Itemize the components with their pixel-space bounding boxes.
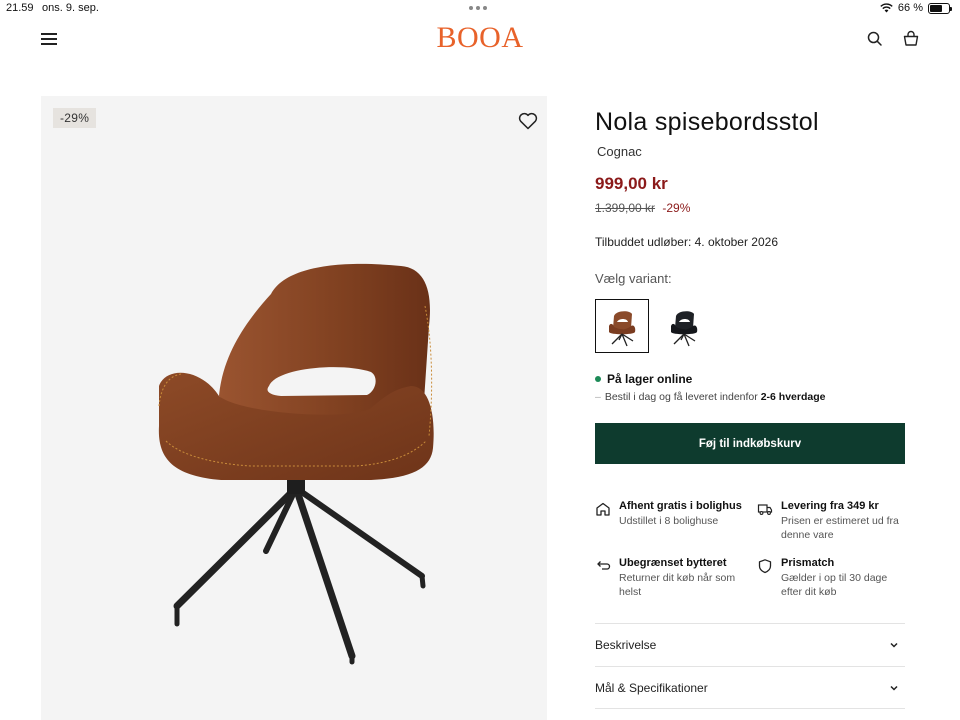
clock: 21.59	[6, 2, 34, 14]
usp-title: Prismatch	[781, 557, 835, 569]
heart-icon[interactable]	[517, 110, 539, 132]
product-title: Nola spisebordsstol	[595, 108, 819, 136]
offer-expiry: Tilbuddet udløber: 4. oktober 2026	[595, 235, 779, 249]
delivery-note: – Bestil i dag og få leveret indenfor 2-6…	[595, 391, 826, 403]
variant-thumbnail-cognac	[609, 311, 636, 347]
usp-desc: Udstillet i 8 bolighuse	[619, 515, 719, 527]
status-bar: 21.59 ons. 9. sep. 66 %	[0, 0, 960, 18]
usp-title: Afhent gratis i bolighus	[619, 500, 742, 512]
product-info: Nola spisebordsstol Cognac 999,00 kr 1.3…	[595, 108, 905, 464]
stock-status-label: På lager online	[607, 372, 693, 386]
old-price: 1.399,00 kr	[595, 201, 656, 215]
accordion-specifications[interactable]: Mål & Specifikationer	[595, 666, 905, 708]
old-price-row: 1.399,00 kr -29%	[595, 201, 690, 215]
return-icon	[597, 561, 611, 570]
variant-thumbnail-black	[671, 311, 698, 347]
date: ons. 9. sep.	[42, 2, 99, 14]
variant-label: Vælg variant:	[595, 271, 672, 286]
in-stock-dot-icon	[595, 376, 601, 382]
variant-option-cognac[interactable]	[595, 299, 649, 353]
variant-option-black[interactable]	[657, 299, 711, 353]
usp-delivery: Levering fra 349 kr Prisen er estimeret …	[757, 500, 907, 542]
discount-percent: -29%	[662, 201, 691, 215]
usp-return: Ubegrænset bytteret Returner dit køb når…	[595, 557, 745, 599]
status-right: 66 %	[880, 2, 952, 14]
product-gallery[interactable]: -29%	[41, 96, 547, 720]
delivery-days: 2-6 hverdage	[760, 391, 826, 403]
shield-icon	[758, 559, 772, 574]
wifi-icon	[880, 3, 893, 13]
usp-desc: Returner dit køb når som helst	[619, 572, 736, 598]
usp-desc: Prisen er estimeret ud fra denne vare	[781, 515, 899, 541]
chevron-down-icon	[890, 642, 898, 648]
add-to-cart-button[interactable]: Føj til indkøbskurv	[595, 423, 905, 464]
variant-selector	[595, 299, 711, 353]
current-price: 999,00 kr	[595, 174, 668, 193]
cart-icon[interactable]	[902, 30, 920, 48]
chevron-down-icon	[890, 685, 898, 691]
search-icon[interactable]	[866, 30, 884, 48]
usp-title: Ubegrænset bytteret	[619, 557, 727, 569]
usp-pickup: Afhent gratis i bolighus Udstillet i 8 b…	[595, 500, 745, 528]
battery-percent: 66 %	[897, 2, 923, 14]
battery-icon	[928, 2, 952, 14]
usp-title: Levering fra 349 kr	[781, 500, 879, 512]
divider	[595, 708, 905, 709]
store-icon	[596, 502, 610, 516]
product-variant-name: Cognac	[597, 144, 642, 159]
site-header: BOOA	[0, 18, 960, 64]
product-image	[158, 263, 434, 665]
accordion-label: Mål & Specifikationer	[595, 681, 708, 695]
accordion-label: Beskrivelse	[595, 638, 657, 652]
accordion-description[interactable]: Beskrivelse	[595, 623, 905, 665]
truck-icon	[757, 504, 773, 515]
usp-desc: Gælder i op til 30 dage efter dit køb	[781, 572, 888, 598]
multitasking-dots-icon[interactable]	[469, 6, 487, 10]
logo[interactable]: BOOA	[0, 21, 960, 55]
stock-status: På lager online	[595, 372, 692, 386]
usp-pricematch: Prismatch Gælder i op til 30 dage efter …	[757, 557, 907, 599]
discount-badge: -29%	[53, 108, 97, 128]
delivery-prefix: Bestil i dag og få leveret indenfor	[604, 391, 761, 403]
